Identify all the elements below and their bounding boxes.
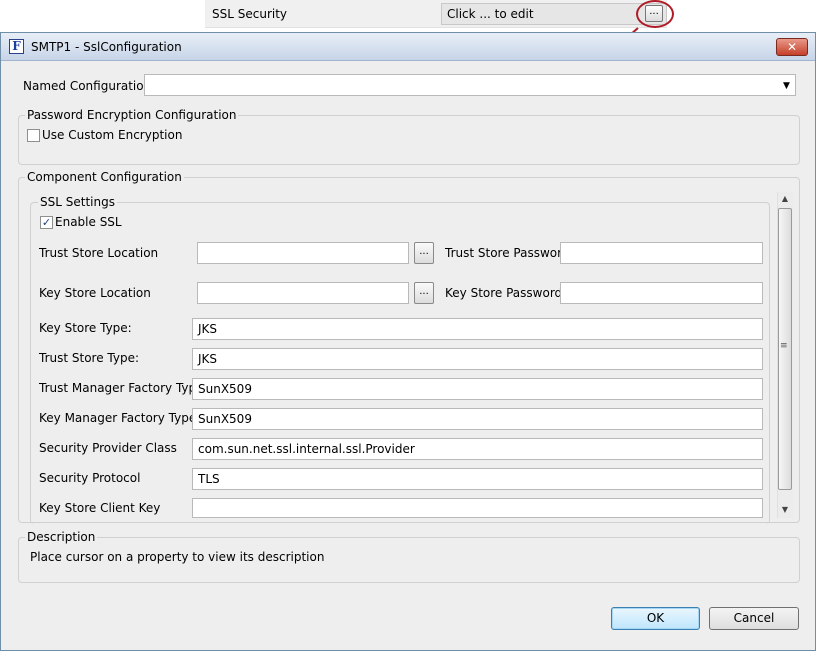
trust-store-type-input[interactable]: JKS bbox=[192, 348, 763, 370]
ssl-security-value[interactable]: Click ... to edit bbox=[441, 3, 667, 25]
key-store-client-key-label: Key Store Client Key bbox=[39, 501, 161, 515]
ssl-security-label: SSL Security bbox=[212, 7, 288, 21]
trust-store-password-label: Trust Store Password bbox=[445, 246, 570, 260]
key-store-type-input[interactable]: JKS bbox=[192, 318, 763, 340]
cancel-button[interactable]: Cancel bbox=[709, 607, 799, 630]
scroll-down-icon[interactable]: ▼ bbox=[777, 503, 793, 517]
key-store-password-input[interactable] bbox=[560, 282, 763, 304]
description-text: Place cursor on a property to view its d… bbox=[30, 550, 325, 564]
ssl-settings-title: SSL Settings bbox=[38, 195, 117, 209]
dialog-title: SMTP1 - SslConfiguration bbox=[31, 40, 182, 54]
password-encryption-title: Password Encryption Configuration bbox=[25, 108, 239, 122]
trust-store-type-label: Trust Store Type: bbox=[39, 351, 140, 365]
app-icon: F bbox=[9, 39, 24, 54]
key-store-location-input[interactable] bbox=[197, 282, 409, 304]
security-protocol-label: Security Protocol bbox=[39, 471, 141, 485]
key-manager-factory-type-input[interactable]: SunX509 bbox=[192, 408, 763, 430]
key-store-browse-button[interactable]: ... bbox=[414, 282, 434, 304]
scroll-grip-icon: ≡ bbox=[780, 341, 788, 351]
trust-store-location-input[interactable] bbox=[197, 242, 409, 264]
security-provider-class-input[interactable]: com.sun.net.ssl.internal.ssl.Provider bbox=[192, 438, 763, 460]
security-protocol-input[interactable]: TLS bbox=[192, 468, 763, 490]
trust-store-location-label: Trust Store Location bbox=[39, 246, 159, 260]
use-custom-encryption-label: Use Custom Encryption bbox=[42, 128, 183, 142]
description-title: Description bbox=[25, 530, 98, 544]
key-store-type-label: Key Store Type: bbox=[39, 321, 132, 335]
enable-ssl-checkbox[interactable]: ✓ bbox=[40, 216, 53, 229]
security-provider-class-label: Security Provider Class bbox=[39, 441, 177, 455]
checkmark-icon: ✓ bbox=[41, 216, 52, 229]
scroll-up-icon[interactable]: ▲ bbox=[777, 192, 793, 206]
named-configuration-label: Named Configuration bbox=[23, 79, 152, 93]
trust-manager-factory-type-label: Trust Manager Factory Type bbox=[39, 381, 204, 395]
enable-ssl-label: Enable SSL bbox=[55, 215, 122, 229]
key-store-client-key-input[interactable] bbox=[192, 498, 763, 518]
trust-store-browse-button[interactable]: ... bbox=[414, 242, 434, 264]
trust-store-password-input[interactable] bbox=[560, 242, 763, 264]
key-store-password-label: Key Store Password bbox=[445, 286, 563, 300]
key-store-location-label: Key Store Location bbox=[39, 286, 151, 300]
ok-button[interactable]: OK bbox=[611, 607, 700, 630]
close-button[interactable]: ✕ bbox=[776, 38, 808, 56]
use-custom-encryption-checkbox[interactable] bbox=[27, 129, 40, 142]
component-configuration-title: Component Configuration bbox=[25, 170, 184, 184]
chevron-down-icon[interactable]: ▼ bbox=[783, 81, 790, 91]
trust-manager-factory-type-input[interactable]: SunX509 bbox=[192, 378, 763, 400]
named-configuration-select[interactable] bbox=[144, 74, 796, 96]
key-manager-factory-type-label: Key Manager Factory Type bbox=[39, 411, 197, 425]
